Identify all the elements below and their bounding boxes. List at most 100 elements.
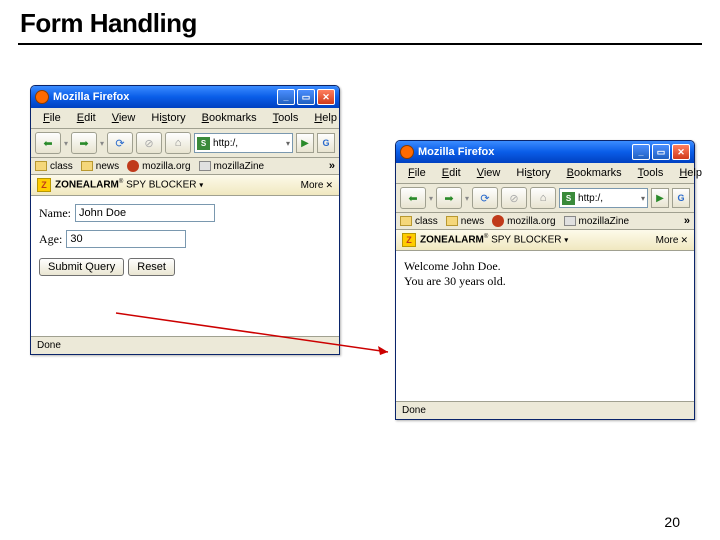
- menu-history[interactable]: History: [143, 110, 193, 126]
- reload-button[interactable]: ⟳: [107, 132, 133, 154]
- menu-file[interactable]: File: [35, 110, 69, 126]
- reset-button[interactable]: Reset: [128, 258, 175, 276]
- page-content: Name: Age: Submit Query Reset: [31, 196, 339, 336]
- zonealarm-label: ZONEALARM® SPY BLOCKER ▾: [55, 179, 203, 190]
- back-button[interactable]: ⬅: [35, 132, 61, 154]
- title-underline: [18, 43, 702, 45]
- titlebar[interactable]: Mozilla Firefox _ ▭ ✕: [31, 86, 339, 108]
- home-button[interactable]: ⌂: [165, 132, 191, 154]
- bookmark-zine[interactable]: mozillaZine: [564, 216, 630, 227]
- address-bar[interactable]: S http:/, ▾: [194, 133, 293, 153]
- forward-dropdown-icon[interactable]: ▾: [465, 194, 469, 203]
- address-text: http:/,: [213, 138, 238, 149]
- stop-button[interactable]: ⊘: [136, 132, 162, 154]
- address-text: http:/,: [578, 193, 603, 204]
- menu-view[interactable]: View: [469, 165, 509, 181]
- back-button[interactable]: ⬅: [400, 187, 426, 209]
- folder-icon: [446, 216, 458, 226]
- back-dropdown-icon[interactable]: ▾: [429, 194, 433, 203]
- status-bar: Done: [31, 336, 339, 354]
- menu-bookmarks[interactable]: Bookmarks: [559, 165, 630, 181]
- page-content: Welcome John Doe. You are 30 years old.: [396, 251, 694, 401]
- minimize-button[interactable]: _: [632, 144, 650, 160]
- nav-toolbar: ⬅ ▾ ➡ ▾ ⟳ ⊘ ⌂ S http:/, ▾ ▶ G: [396, 184, 694, 213]
- window-title: Mozilla Firefox: [418, 146, 632, 158]
- stop-button[interactable]: ⊘: [501, 187, 527, 209]
- minimize-button[interactable]: _: [277, 89, 295, 105]
- folder-icon: [35, 161, 47, 171]
- search-engine-icon[interactable]: G: [672, 188, 690, 208]
- maximize-button[interactable]: ▭: [652, 144, 670, 160]
- overflow-chevron-icon[interactable]: »: [684, 215, 690, 227]
- zonealarm-icon: Z: [37, 178, 51, 192]
- bookmarks-toolbar: class news mozilla.org mozillaZine »: [396, 213, 694, 230]
- menu-history[interactable]: History: [508, 165, 558, 181]
- search-engine-icon[interactable]: G: [317, 133, 335, 153]
- zonealarm-more[interactable]: More ✕: [656, 235, 688, 246]
- zonealarm-toolbar: Z ZONEALARM® SPY BLOCKER ▾ More ✕: [396, 230, 694, 251]
- menu-edit[interactable]: Edit: [69, 110, 104, 126]
- reload-button[interactable]: ⟳: [472, 187, 498, 209]
- menu-bookmarks[interactable]: Bookmarks: [194, 110, 265, 126]
- address-bar[interactable]: S http:/, ▾: [559, 188, 648, 208]
- bookmark-mozilla[interactable]: mozilla.org: [492, 215, 555, 227]
- zine-icon: [199, 161, 211, 171]
- overflow-chevron-icon[interactable]: »: [329, 160, 335, 172]
- bookmark-news[interactable]: news: [446, 216, 484, 227]
- firefox-icon: [400, 145, 414, 159]
- zonealarm-icon: Z: [402, 233, 416, 247]
- firefox-icon: [35, 90, 49, 104]
- close-button[interactable]: ✕: [317, 89, 335, 105]
- zonealarm-toolbar: Z ZONEALARM® SPY BLOCKER ▾ More ✕: [31, 175, 339, 196]
- page-title: Form Handling: [20, 8, 197, 39]
- zonealarm-more[interactable]: More ✕: [301, 180, 333, 191]
- menu-tools[interactable]: Tools: [630, 165, 672, 181]
- window-title: Mozilla Firefox: [53, 91, 277, 103]
- bookmarks-toolbar: class news mozilla.org mozillaZine »: [31, 158, 339, 175]
- nav-toolbar: ⬅ ▾ ➡ ▾ ⟳ ⊘ ⌂ S http:/, ▾ ▶ G: [31, 129, 339, 158]
- folder-icon: [400, 216, 412, 226]
- menu-view[interactable]: View: [104, 110, 144, 126]
- bookmark-news[interactable]: news: [81, 161, 119, 172]
- browser-window-1: Mozilla Firefox _ ▭ ✕ File Edit View His…: [30, 85, 340, 355]
- maximize-button[interactable]: ▭: [297, 89, 315, 105]
- titlebar[interactable]: Mozilla Firefox _ ▭ ✕: [396, 141, 694, 163]
- menu-file[interactable]: File: [400, 165, 434, 181]
- menubar: File Edit View History Bookmarks Tools H…: [396, 163, 694, 184]
- bookmark-class[interactable]: class: [400, 216, 438, 227]
- go-button[interactable]: ▶: [651, 188, 669, 208]
- menu-help[interactable]: Help: [671, 165, 710, 181]
- close-button[interactable]: ✕: [672, 144, 690, 160]
- back-dropdown-icon[interactable]: ▾: [64, 139, 68, 148]
- zine-icon: [564, 216, 576, 226]
- age-input[interactable]: [66, 230, 186, 248]
- folder-icon: [81, 161, 93, 171]
- menubar: File Edit View History Bookmarks Tools H…: [31, 108, 339, 129]
- name-input[interactable]: [75, 204, 215, 222]
- submit-button[interactable]: Submit Query: [39, 258, 124, 276]
- zonealarm-label: ZONEALARM® SPY BLOCKER ▾: [420, 234, 568, 245]
- status-bar: Done: [396, 401, 694, 419]
- forward-button[interactable]: ➡: [71, 132, 97, 154]
- menu-help[interactable]: Help: [306, 110, 345, 126]
- page-number: 20: [664, 514, 680, 530]
- forward-dropdown-icon[interactable]: ▾: [100, 139, 104, 148]
- result-line-2: You are 30 years old.: [404, 274, 686, 289]
- menu-edit[interactable]: Edit: [434, 165, 469, 181]
- bookmark-zine[interactable]: mozillaZine: [199, 161, 265, 172]
- site-icon: S: [197, 137, 210, 150]
- address-dropdown-icon[interactable]: ▾: [286, 139, 290, 148]
- result-line-1: Welcome John Doe.: [404, 259, 686, 274]
- name-label: Name:: [39, 206, 71, 221]
- mozilla-icon: [127, 160, 139, 172]
- site-icon: S: [562, 192, 575, 205]
- forward-button[interactable]: ➡: [436, 187, 462, 209]
- mozilla-icon: [492, 215, 504, 227]
- bookmark-class[interactable]: class: [35, 161, 73, 172]
- address-dropdown-icon[interactable]: ▾: [641, 194, 645, 203]
- go-button[interactable]: ▶: [296, 133, 314, 153]
- home-button[interactable]: ⌂: [530, 187, 556, 209]
- browser-window-2: Mozilla Firefox _ ▭ ✕ File Edit View His…: [395, 140, 695, 420]
- menu-tools[interactable]: Tools: [265, 110, 307, 126]
- bookmark-mozilla[interactable]: mozilla.org: [127, 160, 190, 172]
